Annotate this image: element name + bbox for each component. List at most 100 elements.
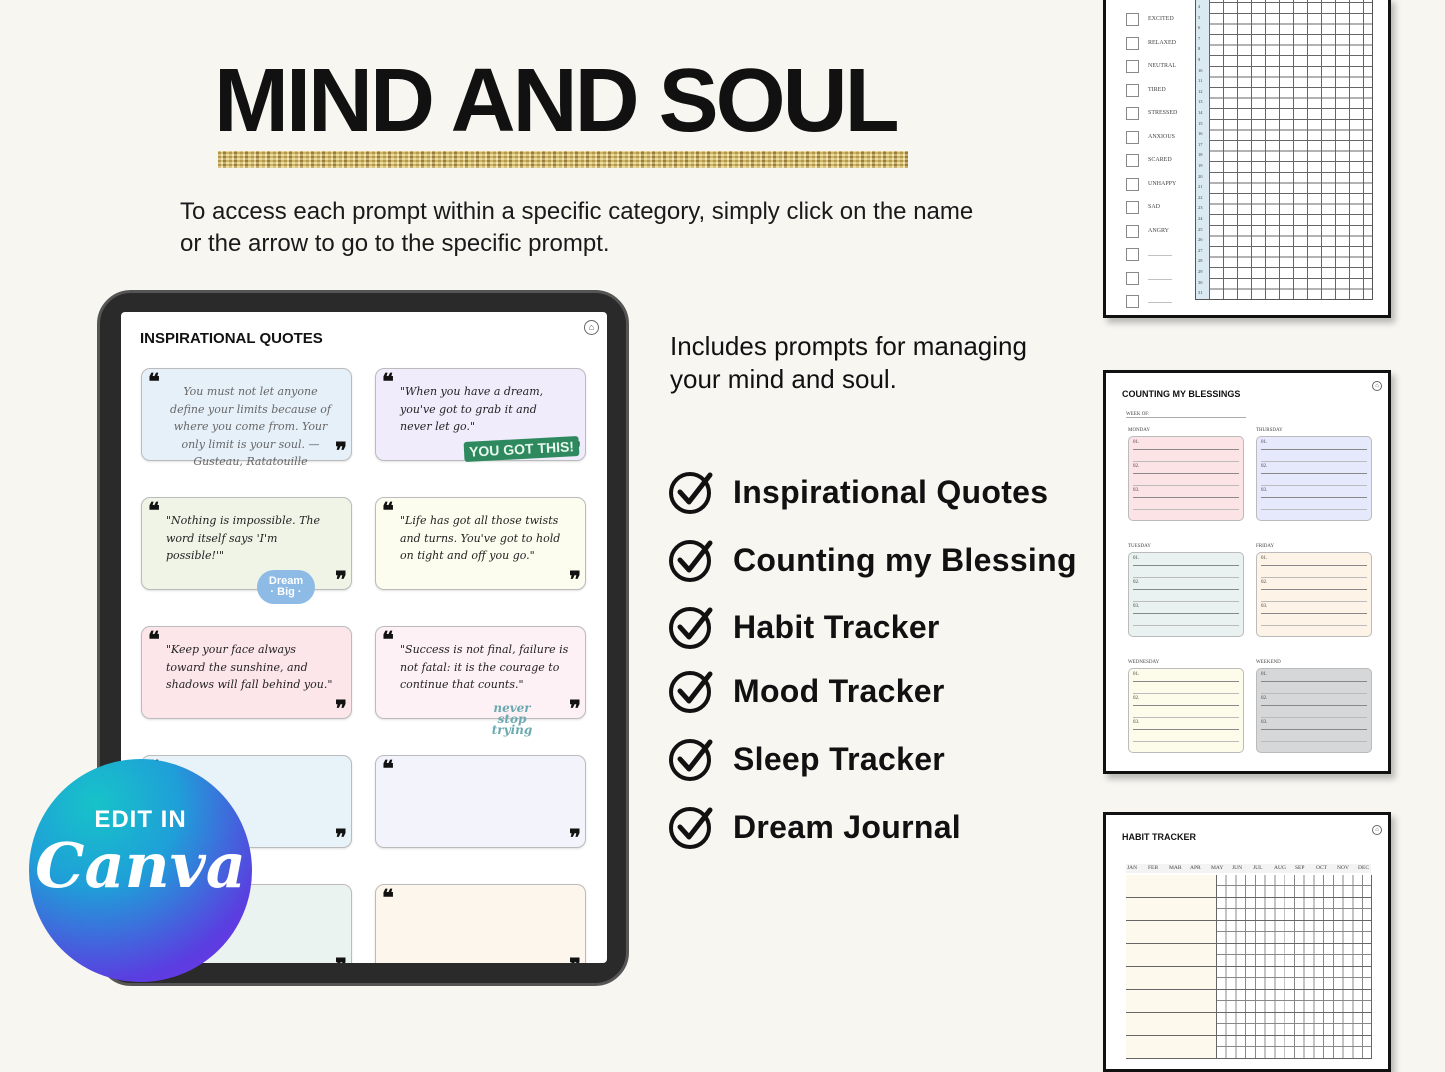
quote-card[interactable]: ❝❞ [375, 755, 586, 851]
month-label[interactable]: MAR [1169, 865, 1182, 871]
mood-checkbox[interactable] [1126, 13, 1139, 26]
quote-card[interactable]: ❝ ❞ "Life has got all those twists and tur… [375, 497, 586, 593]
check-circle-icon [668, 604, 733, 650]
quote-card[interactable]: ❝ ❞ "Nothing is impossible. The word itsel… [141, 497, 352, 604]
habit-day-grid[interactable] [1216, 990, 1372, 1013]
mood-checkbox[interactable] [1126, 271, 1139, 285]
write-line [1133, 717, 1239, 718]
quote-card[interactable]: ❝ ❞ "Keep your face always toward the suns… [141, 626, 352, 722]
mood-grid [1195, 0, 1373, 300]
write-line [1133, 681, 1239, 682]
blessing-number: 02. [1261, 696, 1268, 701]
day-number: 6 [1198, 25, 1201, 31]
quote-text: "Success is not final, failure is not fa… [400, 643, 569, 691]
habit-name-field[interactable] [1126, 990, 1216, 1013]
feature-item: Sleep Tracker [668, 736, 945, 782]
mood-checkbox[interactable] [1126, 224, 1139, 238]
habit-name-field[interactable] [1126, 875, 1216, 898]
habit-day-grid[interactable] [1216, 1036, 1372, 1059]
month-label[interactable]: AUG [1274, 865, 1286, 871]
quote-card[interactable]: ❝❞ [375, 884, 586, 963]
month-label[interactable]: JAN [1127, 865, 1137, 871]
blessing-number: 01. [1133, 556, 1140, 561]
month-label[interactable]: MAY [1211, 865, 1223, 871]
mood-checkbox[interactable] [1126, 201, 1139, 214]
mood-checkbox[interactable] [1126, 107, 1139, 120]
day-label: WEDNESDAY [1128, 660, 1160, 665]
mood-label: NEUTRAL [1148, 63, 1176, 69]
blessing-box[interactable]: 01. 02. 03. [1128, 668, 1244, 753]
day-number: 28 [1198, 258, 1203, 264]
check-circle-icon [668, 537, 733, 583]
habit-day-grid[interactable] [1216, 1013, 1372, 1036]
write-line [1261, 577, 1367, 578]
feature-item: Inspirational Quotes [668, 469, 1048, 515]
day-number: 11 [1198, 78, 1203, 84]
blessing-box[interactable]: 01. 02. 03. [1256, 552, 1372, 637]
mood-checkbox[interactable] [1126, 83, 1139, 97]
quote-card[interactable]: ❝❞"When you have a dream, you've got to … [375, 368, 586, 464]
check-circle-icon [668, 469, 733, 515]
blessing-number: 03. [1133, 720, 1140, 725]
home-icon[interactable]: ⌂ [1372, 825, 1382, 835]
mood-label: ANGRY [1148, 227, 1170, 234]
day-number: 10 [1198, 67, 1203, 73]
blessing-number: 02. [1261, 464, 1268, 469]
blessing-number: 02. [1133, 464, 1140, 469]
mood-checkbox[interactable] [1126, 154, 1139, 167]
week-of-label: WEEK OF: [1126, 412, 1246, 418]
habit-name-field[interactable] [1126, 898, 1216, 921]
habit-day-grid[interactable] [1216, 944, 1372, 967]
home-icon[interactable]: ⌂ [1372, 381, 1382, 391]
month-label[interactable]: DEC [1358, 865, 1369, 871]
feature-item: Habit Tracker [668, 604, 940, 650]
habit-day-grid[interactable] [1216, 921, 1372, 944]
month-label[interactable]: OCT [1316, 865, 1327, 871]
habit-day-grid[interactable] [1216, 967, 1372, 990]
mood-checkbox[interactable] [1126, 248, 1139, 261]
write-line [1261, 601, 1367, 602]
write-line [1261, 693, 1367, 694]
month-label[interactable]: SEP [1295, 865, 1304, 871]
screen-title: INSPIRATIONAL QUOTES [140, 330, 323, 347]
mood-checkbox[interactable] [1126, 177, 1139, 191]
write-line [1133, 729, 1239, 730]
sticker: never stop trying [491, 701, 533, 737]
feature-label: Habit Tracker [733, 608, 940, 645]
close-quote-icon: ❞ [569, 567, 581, 593]
home-icon[interactable]: ⌂ [584, 320, 599, 335]
write-line [1133, 497, 1239, 498]
month-header [1126, 864, 1371, 873]
quote-card[interactable]: ❝ ❞ "Success is not final, failure is not … [375, 626, 586, 736]
mood-checkbox[interactable] [1126, 60, 1139, 73]
mood-checkbox[interactable] [1126, 36, 1139, 50]
write-line [1133, 601, 1239, 602]
day-number: 17 [1198, 141, 1203, 147]
month-label[interactable]: JUL [1253, 865, 1262, 871]
habit-day-grid[interactable] [1216, 898, 1372, 921]
habit-name-field[interactable] [1126, 967, 1216, 990]
blessing-box[interactable]: 01. 02. 03. [1128, 552, 1244, 637]
blessing-box[interactable]: 01. 02. 03. [1256, 436, 1372, 521]
quote-card[interactable]: ❝ ❞ You must not let anyone define your li… [141, 368, 352, 468]
feature-item: Mood Tracker [668, 668, 945, 714]
blessing-box[interactable]: 01. 02. 03. [1256, 668, 1372, 753]
month-label[interactable]: APR [1190, 865, 1201, 871]
habit-name-field[interactable] [1126, 944, 1216, 967]
write-line [1261, 705, 1367, 706]
month-label[interactable]: JUN [1232, 865, 1242, 871]
month-label[interactable]: FEB [1148, 865, 1158, 871]
habit-name-field[interactable] [1126, 1036, 1216, 1059]
blessing-box[interactable]: 01. 02. 03. [1128, 436, 1244, 521]
habit-name-field[interactable] [1126, 921, 1216, 944]
habit-name-field[interactable] [1126, 1013, 1216, 1036]
blessing-number: 03. [1261, 604, 1268, 609]
day-number: 9 [1198, 57, 1201, 62]
month-label[interactable]: NOV [1337, 865, 1349, 871]
mood-checkbox[interactable] [1126, 295, 1139, 308]
mood-label: ________ [1148, 251, 1172, 257]
habit-day-grid[interactable] [1216, 875, 1372, 898]
mood-tracker-page: EXCITED RELAXED NEUTRAL TIRED STRESSED ANXIOU… [1103, 0, 1391, 318]
day-number: 4 [1198, 4, 1201, 9]
mood-checkbox[interactable] [1126, 130, 1139, 144]
